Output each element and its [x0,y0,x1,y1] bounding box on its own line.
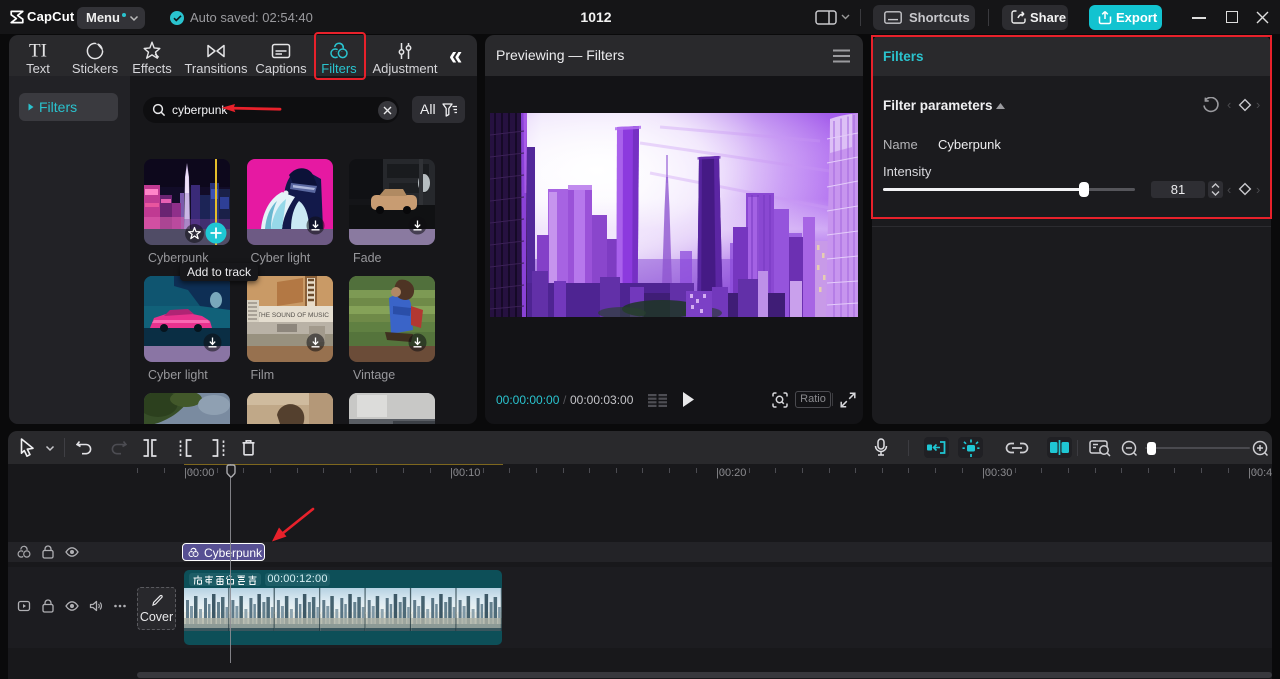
svg-text:TI: TI [29,41,47,61]
svg-text:THE SOUND OF MUSIC: THE SOUND OF MUSIC [257,312,329,319]
